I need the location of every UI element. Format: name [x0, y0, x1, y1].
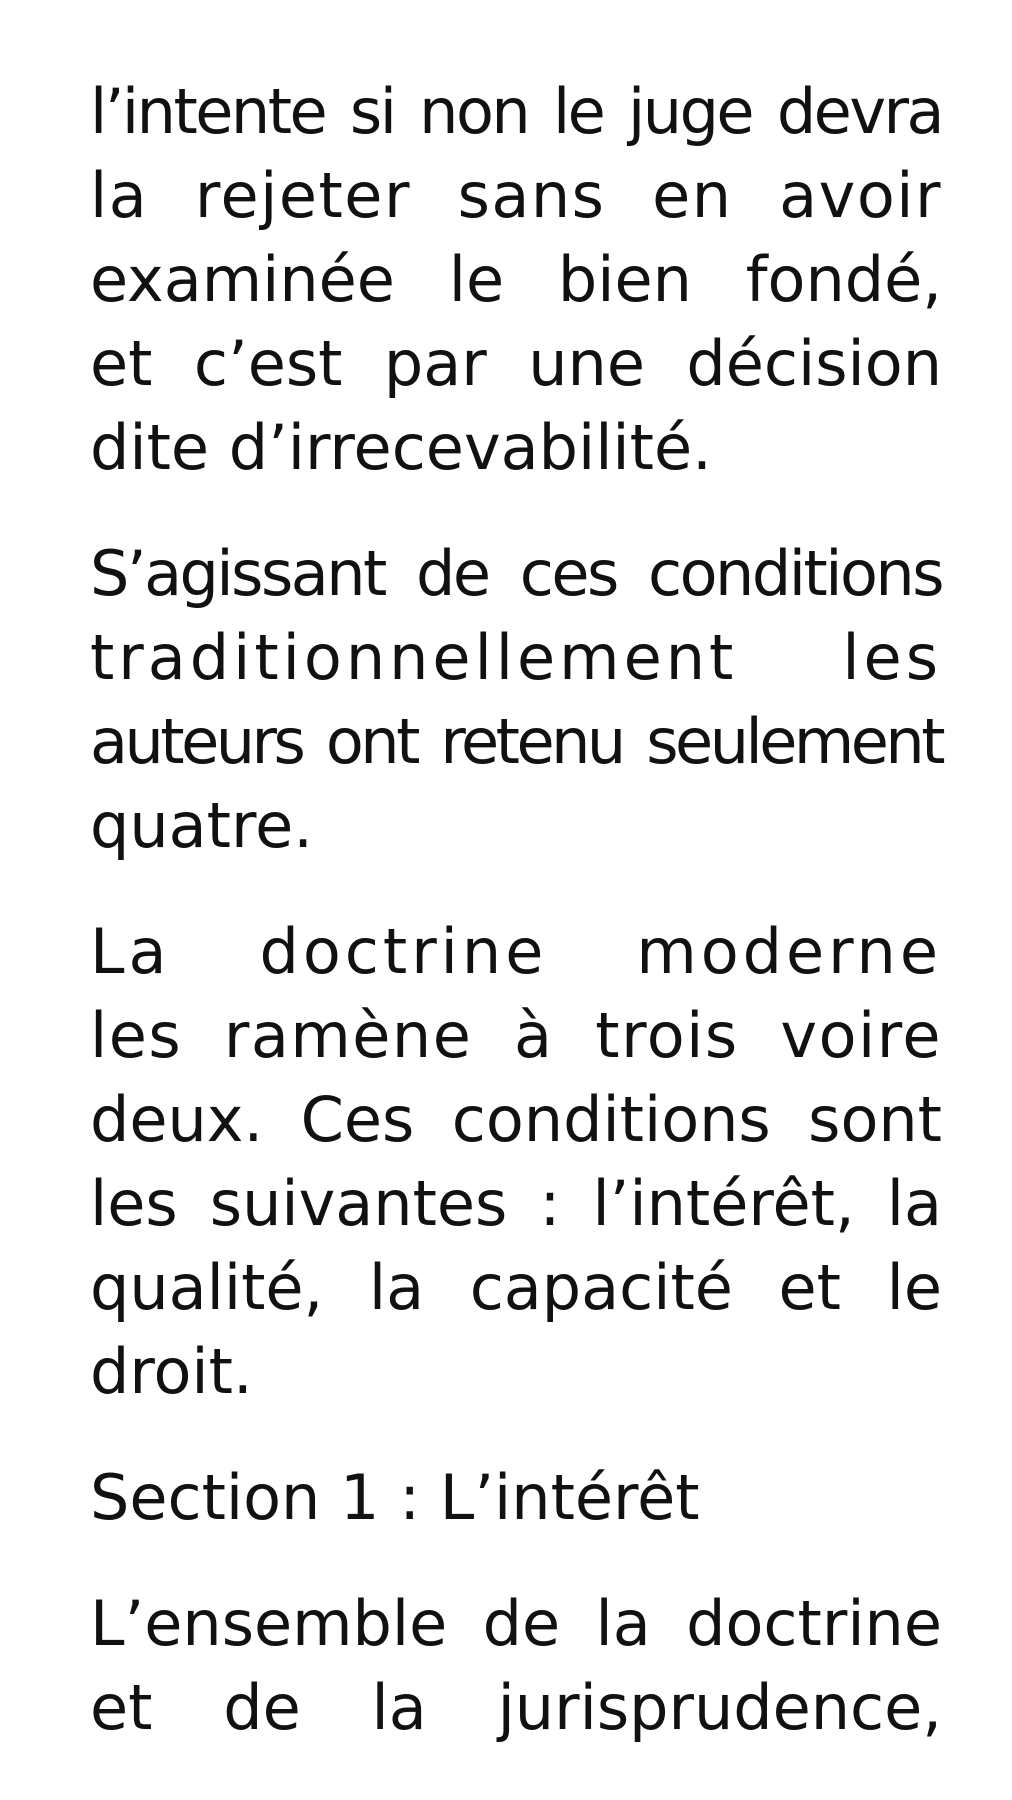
- text-line: S’agissant de ces conditions: [90, 537, 945, 610]
- paragraph-3: La doctrine moderne les ramène à trois v…: [90, 910, 942, 1414]
- text-line: deux. Ces conditions sont: [90, 1083, 942, 1156]
- paragraph-4: L’ensemble de la doctrine et de la juris…: [90, 1582, 942, 1750]
- paragraph-1: l’intente si non le juge devra la rejete…: [90, 70, 945, 490]
- text-line: dite d’irrecevabilité.: [90, 411, 712, 484]
- text-line: qualité, la capacité et le: [90, 1251, 942, 1324]
- text-line: auteurs ont retenu seulement: [90, 705, 946, 778]
- text-line: examinée le bien fondé,: [90, 243, 942, 316]
- text-line: l’intente si non le juge devra: [90, 75, 945, 148]
- section-heading: Section 1 : L’intérêt: [90, 1461, 700, 1534]
- text-line: et de la jurisprudence,: [90, 1671, 942, 1744]
- paragraph-2: S’agissant de ces conditions traditionne…: [90, 532, 946, 868]
- text-line: La doctrine moderne: [90, 915, 942, 988]
- text-line: et c’est par une décision: [90, 327, 942, 400]
- text-line: les ramène à trois voire: [90, 999, 942, 1072]
- text-line: les suivantes : l’intérêt, la: [90, 1167, 942, 1240]
- text-line: quatre.: [90, 789, 313, 862]
- text-line: L’ensemble de la doctrine: [90, 1587, 942, 1660]
- text-line: la rejeter sans en avoir: [90, 159, 942, 232]
- text-line: droit.: [90, 1335, 253, 1408]
- text-line: traditionnellement les: [90, 621, 942, 694]
- document-page: l’intente si non le juge devra la rejete…: [90, 70, 946, 1792]
